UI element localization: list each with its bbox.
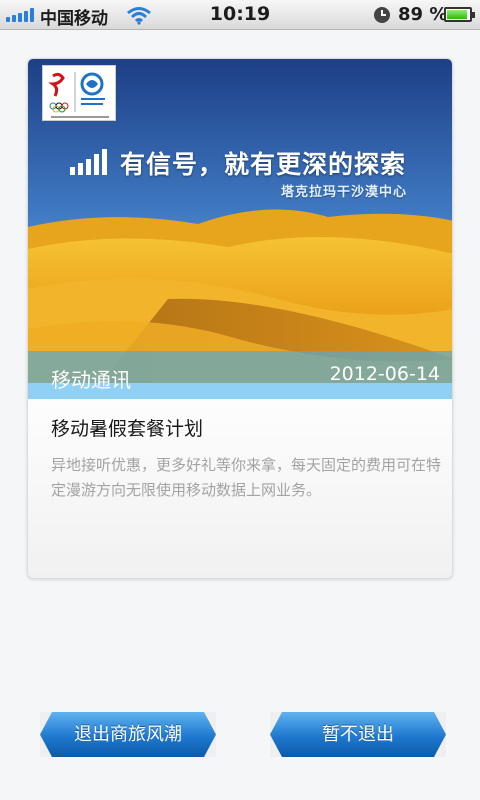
news-date: 2012-06-14 — [329, 363, 440, 385]
news-title[interactable]: 移动暑假套餐计划 — [51, 414, 203, 441]
exit-button-label: 退出商旅风潮 — [74, 724, 182, 745]
battery-level-fill — [447, 10, 467, 19]
news-card[interactable]: 有信号，就有更深的探索 塔克拉玛干沙漠中心 移动通讯 2012-06-14 移动… — [27, 58, 453, 579]
clock-icon — [374, 7, 390, 23]
stay-button[interactable]: 暂不退出 — [270, 712, 446, 757]
news-description: 异地接听优惠，更多好礼等你来拿，每天固定的费用可在特定漫游方向无限使用移动数据上… — [51, 456, 442, 499]
banner-image: 有信号，就有更深的探索 塔克拉玛干沙漠中心 移动通讯 2012-06-14 — [28, 59, 452, 399]
banner-location: 塔克拉玛干沙漠中心 — [281, 185, 408, 200]
beijing-2008-china-mobile-logo — [42, 65, 116, 121]
news-category: 移动通讯 — [51, 368, 131, 392]
exit-business-travel-button[interactable]: 退出商旅风潮 — [40, 712, 216, 757]
status-bar: 中国移动 10:19 89 % — [0, 0, 480, 30]
banner-slogan: 有信号，就有更深的探索 — [120, 150, 407, 179]
stay-button-label: 暂不退出 — [322, 724, 394, 745]
signal-bars-icon — [70, 149, 107, 175]
battery-percent: 89 % — [398, 4, 448, 25]
battery-icon — [444, 7, 475, 22]
